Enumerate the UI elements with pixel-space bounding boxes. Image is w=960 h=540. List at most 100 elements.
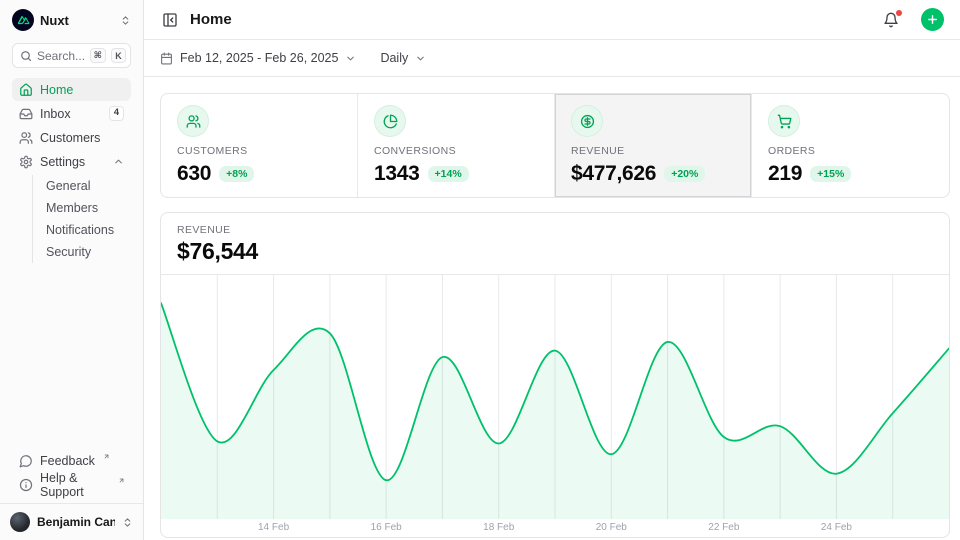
message-circle-icon: [19, 454, 33, 468]
main-panel: Home Feb 12, 2025 - Feb 26, 2025: [144, 0, 960, 540]
stat-value: 630: [177, 161, 211, 186]
team-switcher[interactable]: Nuxt: [0, 0, 143, 35]
stat-delta-badge: +15%: [810, 166, 851, 182]
shopping-cart-icon: [768, 105, 800, 137]
period-label: Daily: [380, 51, 408, 65]
sidebar-item-members[interactable]: Members: [33, 197, 131, 219]
sidebar-item-security[interactable]: Security: [33, 241, 131, 263]
chevron-down-icon: [345, 53, 356, 64]
stat-customers[interactable]: CUSTOMERS 630 +8%: [161, 94, 358, 197]
chevron-down-icon: [415, 53, 426, 64]
inbox-icon: [19, 107, 33, 121]
sidebar-item-notifications[interactable]: Notifications: [33, 219, 131, 241]
date-range-label: Feb 12, 2025 - Feb 26, 2025: [180, 51, 338, 65]
sidebar-item-feedback[interactable]: Feedback: [12, 449, 131, 472]
sidebar-item-inbox[interactable]: Inbox 4: [12, 102, 131, 125]
stat-delta-badge: +14%: [428, 166, 469, 182]
chart-header: REVENUE $76,544: [161, 213, 949, 275]
x-axis-tick: 24 Feb: [821, 522, 852, 533]
arrow-up-right-icon: [103, 453, 110, 460]
user-menu[interactable]: Benjamin Canac: [0, 503, 143, 540]
x-axis-tick: 20 Feb: [596, 522, 627, 533]
content-area: CUSTOMERS 630 +8% CONVERSIONS 1343 +14%: [144, 77, 960, 540]
search-input[interactable]: ⌘ K: [12, 43, 131, 68]
gear-icon: [19, 155, 33, 169]
period-select[interactable]: Daily: [380, 51, 426, 65]
workspace-name: Nuxt: [40, 13, 114, 28]
stat-value: 219: [768, 161, 802, 186]
sidebar-item-label: Help & Support: [40, 471, 110, 499]
sidebar-item-customers[interactable]: Customers: [12, 126, 131, 149]
stat-delta-badge: +8%: [219, 166, 254, 182]
plus-icon: [926, 13, 939, 26]
stat-label: CUSTOMERS: [177, 145, 341, 157]
sidebar-item-label: Customers: [40, 131, 100, 145]
revenue-area-chart: [161, 275, 949, 519]
notifications-button[interactable]: [881, 10, 901, 30]
subnav-label: Notifications: [46, 223, 114, 237]
chevrons-up-down-icon: [122, 517, 133, 528]
sidebar-item-label: Feedback: [40, 454, 95, 468]
user-name: Benjamin Canac: [37, 515, 115, 529]
collapse-sidebar-button[interactable]: [160, 10, 180, 30]
add-button[interactable]: [921, 8, 944, 31]
stat-delta-badge: +20%: [664, 166, 705, 182]
stat-conversions[interactable]: CONVERSIONS 1343 +14%: [358, 94, 555, 197]
sidebar-item-general[interactable]: General: [33, 175, 131, 197]
home-icon: [19, 83, 33, 97]
chart-metric-value: $76,544: [177, 238, 933, 265]
page-title: Home: [190, 11, 871, 28]
pie-chart-icon: [374, 105, 406, 137]
sidebar-spacer: [0, 265, 143, 447]
nuxt-logo-icon: [12, 9, 34, 31]
chevron-up-icon: [113, 156, 124, 167]
sidebar-item-settings[interactable]: Settings: [12, 150, 131, 173]
inbox-count-badge: 4: [109, 106, 124, 120]
date-range-picker[interactable]: Feb 12, 2025 - Feb 26, 2025: [160, 51, 356, 65]
arrow-up-right-icon: [118, 477, 125, 484]
sidebar-item-help-support[interactable]: Help & Support: [12, 473, 131, 496]
stats-grid: CUSTOMERS 630 +8% CONVERSIONS 1343 +14%: [160, 93, 950, 198]
subnav-label: Security: [46, 245, 91, 259]
chevrons-up-down-icon: [120, 15, 131, 26]
x-axis-tick: 14 Feb: [258, 522, 289, 533]
stat-value: $477,626: [571, 161, 656, 186]
stat-label: ORDERS: [768, 145, 933, 157]
sidebar: Nuxt ⌘ K Home Inbo: [0, 0, 144, 540]
panel-left-close-icon: [162, 12, 178, 28]
circle-dollar-icon: [571, 105, 603, 137]
users-icon: [177, 105, 209, 137]
settings-subnav: General Members Notifications Security: [32, 175, 131, 263]
stat-label: REVENUE: [571, 145, 735, 157]
main-header: Home: [144, 0, 960, 40]
sidebar-nav: Home Inbox 4 Customers Settings: [0, 74, 143, 265]
stat-value: 1343: [374, 161, 420, 186]
filters-toolbar: Feb 12, 2025 - Feb 26, 2025 Daily: [144, 40, 960, 77]
app-window: Nuxt ⌘ K Home Inbo: [0, 0, 960, 540]
search-field[interactable]: [37, 49, 85, 63]
kbd-meta: ⌘: [90, 48, 106, 63]
x-axis-tick: 16 Feb: [371, 522, 402, 533]
x-axis-tick: 22 Feb: [708, 522, 739, 533]
stat-orders[interactable]: ORDERS 219 +15%: [752, 94, 949, 197]
users-icon: [19, 131, 33, 145]
sidebar-item-label: Inbox: [40, 107, 71, 121]
kbd-k: K: [111, 48, 126, 63]
notification-dot: [896, 10, 902, 16]
x-axis-labels: 14 Feb 16 Feb 18 Feb 20 Feb 22 Feb 24 Feb: [161, 519, 949, 537]
revenue-chart-card: REVENUE $76,544 14 Feb 16 Feb 18 Feb 20 Feb…: [160, 212, 950, 538]
subnav-label: Members: [46, 201, 98, 215]
sidebar-footer: Feedback Help & Support: [0, 447, 143, 503]
stat-revenue[interactable]: REVENUE $477,626 +20%: [555, 94, 752, 197]
revenue-chart-plot[interactable]: [161, 275, 949, 519]
search-icon: [20, 50, 32, 62]
info-icon: [19, 478, 33, 492]
subnav-label: General: [46, 179, 90, 193]
x-axis-tick: 18 Feb: [483, 522, 514, 533]
avatar: [10, 512, 30, 532]
sidebar-item-label: Settings: [40, 155, 85, 169]
stat-label: CONVERSIONS: [374, 145, 538, 157]
calendar-icon: [160, 52, 173, 65]
sidebar-item-home[interactable]: Home: [12, 78, 131, 101]
sidebar-item-label: Home: [40, 83, 73, 97]
